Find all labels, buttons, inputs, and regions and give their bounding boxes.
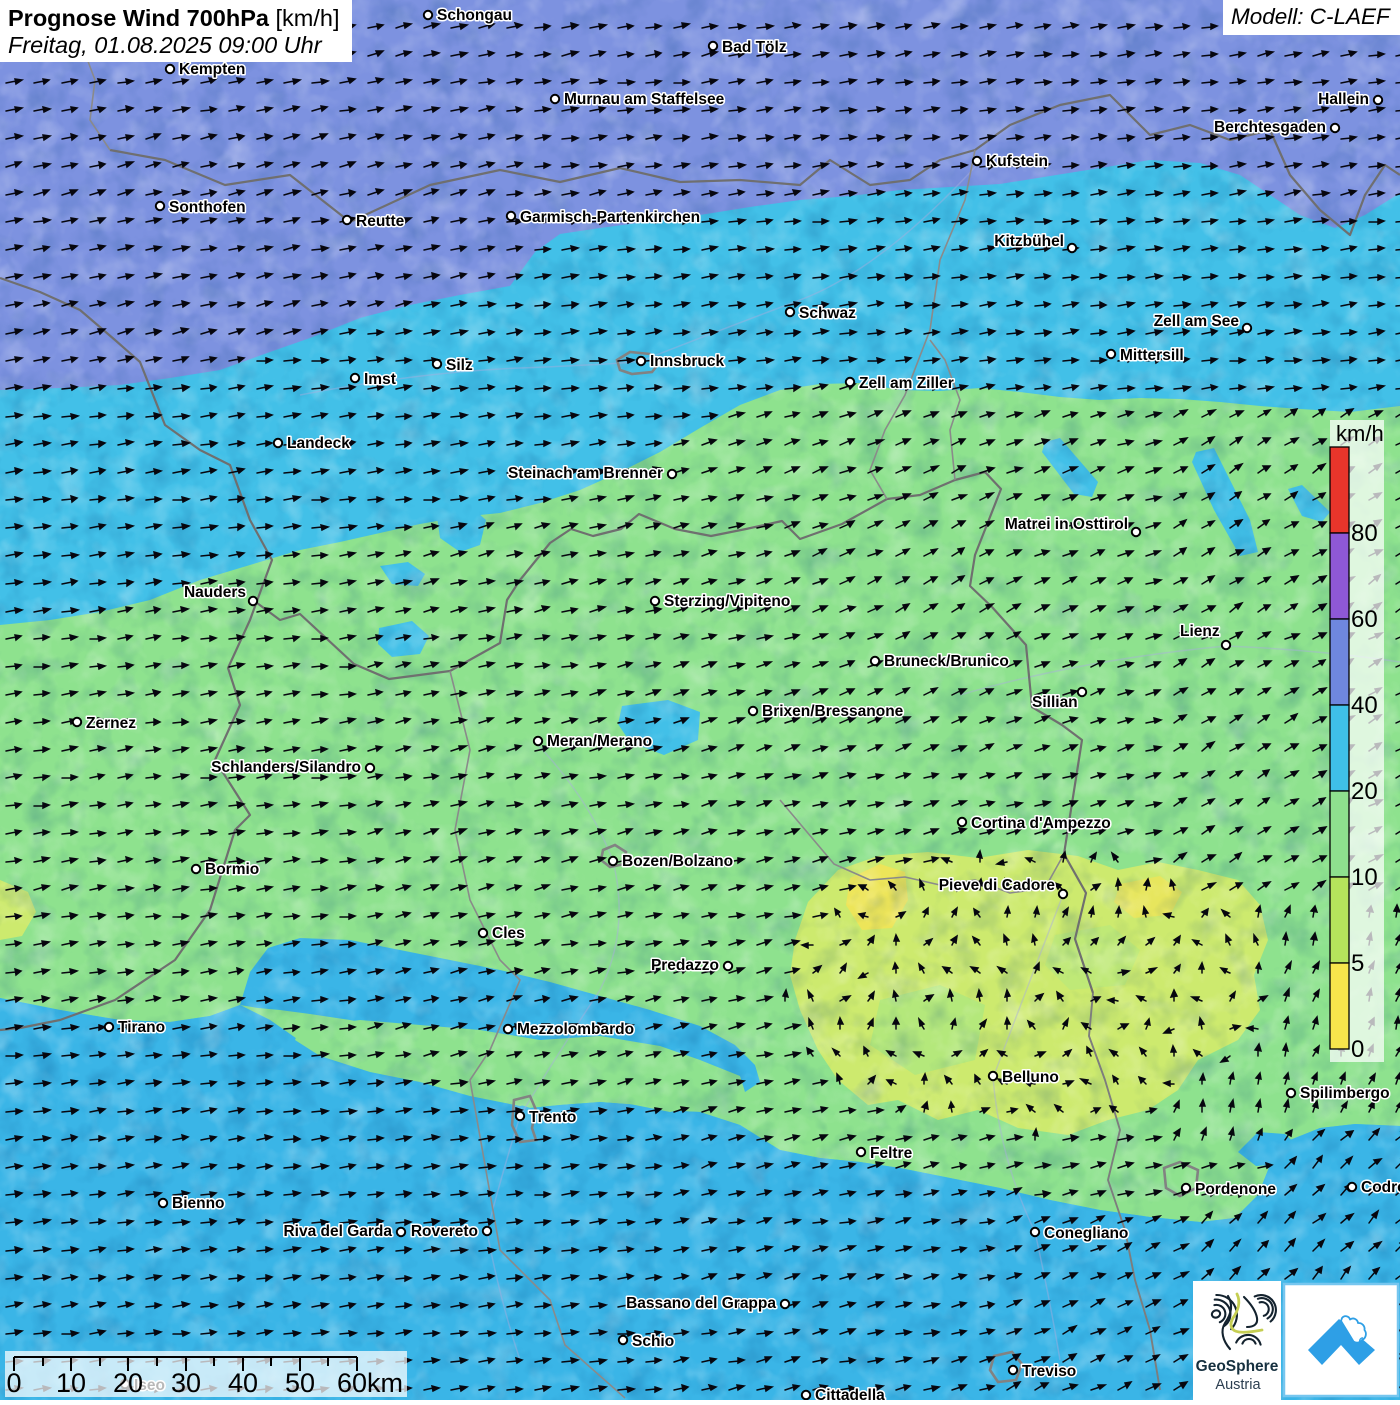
svg-text:Rovereto: Rovereto xyxy=(411,1223,478,1240)
svg-text:Austria: Austria xyxy=(1215,1377,1261,1393)
svg-text:Kempten: Kempten xyxy=(179,61,245,78)
svg-text:20: 20 xyxy=(1351,778,1378,805)
svg-text:Mezzolombardo: Mezzolombardo xyxy=(517,1021,634,1038)
svg-text:Imst: Imst xyxy=(364,371,396,388)
svg-text:Tirano: Tirano xyxy=(118,1019,165,1036)
svg-text:Bienno: Bienno xyxy=(172,1195,225,1212)
svg-text:km/h: km/h xyxy=(1336,421,1384,446)
svg-text:Modell: C-LAEF: Modell: C-LAEF xyxy=(1231,4,1391,29)
svg-text:40: 40 xyxy=(1351,692,1378,719)
svg-text:Cittadella: Cittadella xyxy=(815,1387,885,1400)
svg-text:Sterzing/Vipiteno: Sterzing/Vipiteno xyxy=(664,593,790,610)
svg-text:Freitag, 01.08.2025 09:00 Uhr: Freitag, 01.08.2025 09:00 Uhr xyxy=(8,32,323,58)
svg-text:20: 20 xyxy=(113,1368,143,1398)
svg-text:Mittersill: Mittersill xyxy=(1120,347,1184,364)
svg-text:0: 0 xyxy=(1351,1036,1364,1063)
svg-text:Bad Tölz: Bad Tölz xyxy=(722,39,787,56)
svg-text:0: 0 xyxy=(6,1368,21,1398)
svg-text:Pordenone: Pordenone xyxy=(1195,1181,1276,1198)
svg-text:Sonthofen: Sonthofen xyxy=(169,199,246,216)
svg-text:10: 10 xyxy=(56,1368,86,1398)
svg-text:Codroipo: Codroipo xyxy=(1361,1179,1400,1196)
svg-text:Schongau: Schongau xyxy=(437,7,512,24)
svg-text:40: 40 xyxy=(228,1368,258,1398)
svg-text:Belluno: Belluno xyxy=(1002,1069,1059,1086)
svg-text:Hallein: Hallein xyxy=(1318,91,1369,108)
svg-text:Prognose Wind 700hPa [km/h]: Prognose Wind 700hPa [km/h] xyxy=(8,5,339,31)
svg-text:80: 80 xyxy=(1351,520,1378,547)
svg-text:Schwaz: Schwaz xyxy=(799,305,856,322)
svg-text:Silz: Silz xyxy=(446,357,473,374)
svg-text:Trento: Trento xyxy=(529,1109,576,1126)
svg-text:Bruneck/Brunico: Bruneck/Brunico xyxy=(884,653,1009,670)
svg-text:Reutte: Reutte xyxy=(356,213,405,230)
svg-text:Schio: Schio xyxy=(632,1333,674,1350)
svg-text:Cles: Cles xyxy=(492,925,525,942)
svg-text:Zell am Ziller: Zell am Ziller xyxy=(859,375,954,392)
svg-text:60: 60 xyxy=(1351,606,1378,633)
svg-text:Conegliano: Conegliano xyxy=(1044,1225,1128,1242)
svg-text:Murnau am Staffelsee: Murnau am Staffelsee xyxy=(564,91,725,108)
svg-text:Kitzbühel: Kitzbühel xyxy=(994,233,1064,250)
svg-text:GeoSphere: GeoSphere xyxy=(1196,1358,1279,1375)
svg-text:50: 50 xyxy=(285,1368,315,1398)
svg-text:10: 10 xyxy=(1351,864,1378,891)
svg-text:Steinach am Brenner: Steinach am Brenner xyxy=(508,465,663,482)
svg-text:5: 5 xyxy=(1351,950,1364,977)
svg-text:Lienz: Lienz xyxy=(1180,623,1220,640)
svg-text:Meran/Merano: Meran/Merano xyxy=(547,733,652,750)
svg-text:Nauders: Nauders xyxy=(184,584,246,601)
svg-text:Predazzo: Predazzo xyxy=(651,957,719,974)
svg-text:Garmisch-Partenkirchen: Garmisch-Partenkirchen xyxy=(520,209,700,226)
svg-text:Pieve di Cadore: Pieve di Cadore xyxy=(939,877,1056,894)
svg-text:60km: 60km xyxy=(337,1368,403,1398)
svg-text:Spilimbergo: Spilimbergo xyxy=(1300,1085,1390,1102)
svg-text:Treviso: Treviso xyxy=(1022,1363,1076,1380)
svg-text:Feltre: Feltre xyxy=(870,1145,913,1162)
svg-text:Bormio: Bormio xyxy=(205,861,259,878)
svg-text:Matrei in Osttirol: Matrei in Osttirol xyxy=(1005,516,1128,533)
svg-text:Innsbruck: Innsbruck xyxy=(650,353,724,370)
svg-text:Landeck: Landeck xyxy=(287,435,350,452)
svg-text:30: 30 xyxy=(171,1368,201,1398)
svg-text:Sillian: Sillian xyxy=(1032,694,1078,711)
svg-text:Bozen/Bolzano: Bozen/Bolzano xyxy=(622,853,733,870)
svg-text:Kufstein: Kufstein xyxy=(986,153,1048,170)
svg-text:Bassano del Grappa: Bassano del Grappa xyxy=(626,1295,776,1312)
svg-text:Berchtesgaden: Berchtesgaden xyxy=(1214,119,1326,136)
svg-text:Brixen/Bressanone: Brixen/Bressanone xyxy=(762,703,904,720)
svg-text:Schlanders/Silandro: Schlanders/Silandro xyxy=(211,759,361,776)
svg-text:Zell am See: Zell am See xyxy=(1154,313,1240,330)
svg-text:Zernez: Zernez xyxy=(86,715,136,732)
svg-text:Cortina d'Ampezzo: Cortina d'Ampezzo xyxy=(971,815,1111,832)
svg-text:Riva del Garda: Riva del Garda xyxy=(283,1223,392,1240)
